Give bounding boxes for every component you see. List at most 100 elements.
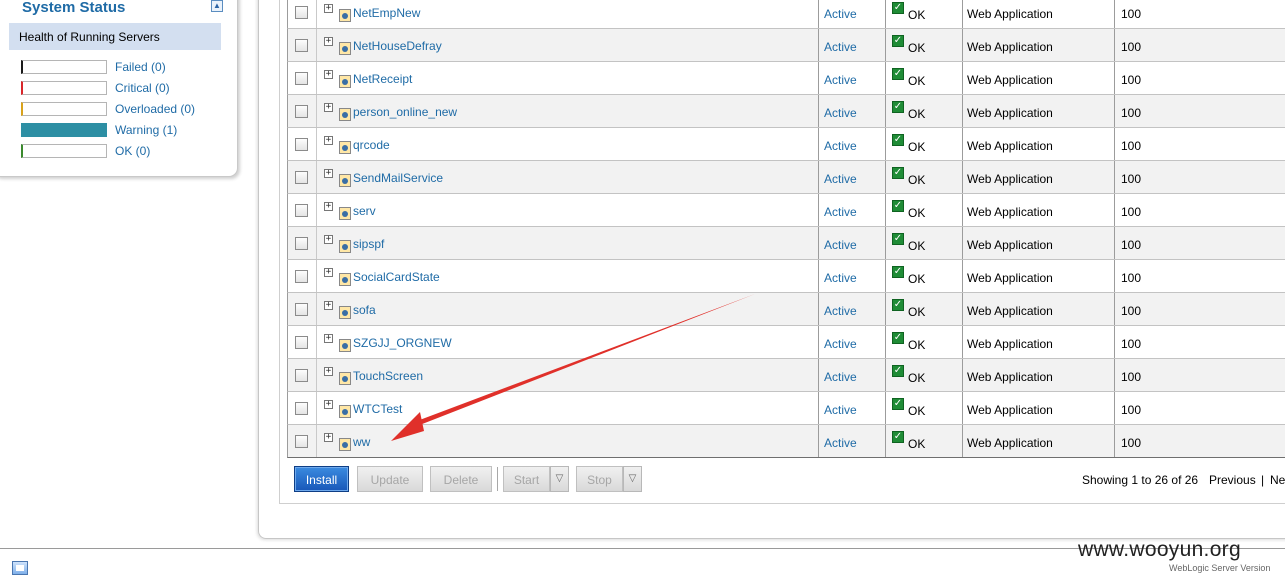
- row-checkbox[interactable]: [295, 204, 308, 217]
- deployment-state-link[interactable]: Active: [824, 40, 857, 54]
- next-page-link[interactable]: Ne: [1270, 473, 1285, 487]
- name-cell: + person_online_new: [316, 95, 818, 127]
- deployment-state-link[interactable]: Active: [824, 238, 857, 252]
- health-legend-link[interactable]: Warning (1): [115, 123, 177, 137]
- deployment-name-link[interactable]: NetHouseDefray: [353, 39, 442, 53]
- deployment-state-link[interactable]: Active: [824, 172, 857, 186]
- deployment-name-link[interactable]: NetReceipt: [353, 72, 412, 86]
- deployment-state-link[interactable]: Active: [824, 73, 857, 87]
- deployment-name-link[interactable]: WTCTest: [353, 402, 402, 416]
- deployment-name-link[interactable]: NetEmpNew: [353, 6, 420, 20]
- health-bar: [21, 81, 107, 95]
- expand-plus-icon[interactable]: +: [324, 400, 333, 409]
- deployment-name-link[interactable]: ww: [353, 435, 370, 449]
- deployment-type-text: Web Application: [967, 403, 1053, 417]
- deployment-state-link[interactable]: Active: [824, 106, 857, 120]
- deployment-name-link[interactable]: SendMailService: [353, 171, 443, 185]
- system-status-panel: System Status ▲ Health of Running Server…: [0, 0, 238, 177]
- row-checkbox[interactable]: [295, 369, 308, 382]
- row-checkbox[interactable]: [295, 402, 308, 415]
- state-cell: Active: [818, 359, 885, 391]
- deployment-state-link[interactable]: Active: [824, 139, 857, 153]
- start-button[interactable]: Start: [503, 466, 550, 492]
- previous-page-link[interactable]: Previous: [1209, 473, 1256, 487]
- deployment-type-text: Web Application: [967, 271, 1053, 285]
- deployment-name-link[interactable]: TouchScreen: [353, 369, 423, 383]
- row-select-cell: [288, 194, 316, 226]
- collapse-panel-icon[interactable]: ▲: [211, 0, 223, 12]
- row-checkbox[interactable]: [295, 270, 308, 283]
- deployment-state-link[interactable]: Active: [824, 370, 857, 384]
- health-status-text: OK: [908, 107, 926, 121]
- footer-image-icon[interactable]: [12, 561, 28, 575]
- deployment-name-link[interactable]: sofa: [353, 303, 376, 317]
- health-cell: ✓ OK: [885, 260, 962, 292]
- expand-plus-icon[interactable]: +: [324, 37, 333, 46]
- health-status-text: OK: [908, 371, 926, 385]
- expand-plus-icon[interactable]: +: [324, 202, 333, 211]
- health-heading: Health of Running Servers: [9, 23, 221, 50]
- delete-button[interactable]: Delete: [430, 466, 492, 492]
- deployment-state-link[interactable]: Active: [824, 271, 857, 285]
- pagination-summary: Showing 1 to 26 of 26: [1082, 473, 1199, 487]
- deployment-name-link[interactable]: SZGJJ_ORGNEW: [353, 336, 452, 350]
- row-checkbox[interactable]: [295, 237, 308, 250]
- health-legend-link[interactable]: Overloaded (0): [115, 102, 195, 116]
- type-cell: Web Application: [962, 293, 1114, 325]
- expand-plus-icon[interactable]: +: [324, 334, 333, 343]
- deployment-name-link[interactable]: SocialCardState: [353, 270, 440, 284]
- row-checkbox[interactable]: [295, 303, 308, 316]
- stop-dropdown-chevron-icon[interactable]: ▽: [623, 466, 642, 492]
- expand-plus-icon[interactable]: +: [324, 268, 333, 277]
- deployment-state-link[interactable]: Active: [824, 436, 857, 450]
- health-legend-link[interactable]: Critical (0): [115, 81, 170, 95]
- web-application-icon: [339, 108, 351, 121]
- expand-plus-icon[interactable]: +: [324, 169, 333, 178]
- health-status-text: OK: [908, 8, 926, 22]
- deployment-state-link[interactable]: Active: [824, 304, 857, 318]
- start-dropdown-chevron-icon[interactable]: ▽: [550, 466, 569, 492]
- expand-plus-icon[interactable]: +: [324, 70, 333, 79]
- health-legend-link[interactable]: Failed (0): [115, 60, 166, 74]
- row-select-cell: [288, 227, 316, 259]
- deployment-state-link[interactable]: Active: [824, 205, 857, 219]
- row-select-cell: [288, 425, 316, 457]
- install-button[interactable]: Install: [294, 466, 349, 492]
- expand-plus-icon[interactable]: +: [324, 4, 333, 13]
- expand-plus-icon[interactable]: +: [324, 103, 333, 112]
- row-checkbox[interactable]: [295, 39, 308, 52]
- web-application-icon: [339, 405, 351, 418]
- server-version-text: WebLogic Server Version: [1169, 563, 1271, 573]
- expand-plus-icon[interactable]: +: [324, 235, 333, 244]
- expand-plus-icon[interactable]: +: [324, 301, 333, 310]
- stop-button[interactable]: Stop: [576, 466, 623, 492]
- row-checkbox[interactable]: [295, 336, 308, 349]
- name-cell: + WTCTest: [316, 392, 818, 424]
- ok-check-icon: ✓: [892, 365, 904, 377]
- deployment-state-link[interactable]: Active: [824, 403, 857, 417]
- deployment-name-link[interactable]: serv: [353, 204, 376, 218]
- deployment-name-link[interactable]: qrcode: [353, 138, 390, 152]
- expand-plus-icon[interactable]: +: [324, 367, 333, 376]
- health-status-text: OK: [908, 140, 926, 154]
- name-cell: + SZGJJ_ORGNEW: [316, 326, 818, 358]
- deployment-name-link[interactable]: person_online_new: [353, 105, 457, 119]
- row-checkbox[interactable]: [295, 435, 308, 448]
- deployment-name-link[interactable]: sipspf: [353, 237, 384, 251]
- watermark-text: www.wooyun.org: [1078, 538, 1241, 561]
- state-cell: Active: [818, 29, 885, 61]
- update-button[interactable]: Update: [357, 466, 423, 492]
- row-checkbox[interactable]: [295, 138, 308, 151]
- deployment-type-text: Web Application: [967, 139, 1053, 153]
- row-checkbox[interactable]: [295, 72, 308, 85]
- row-checkbox[interactable]: [295, 6, 308, 19]
- expand-plus-icon[interactable]: +: [324, 433, 333, 442]
- row-checkbox[interactable]: [295, 105, 308, 118]
- row-select-cell: [288, 62, 316, 94]
- health-cell: ✓ OK: [885, 293, 962, 325]
- row-checkbox[interactable]: [295, 171, 308, 184]
- deployment-state-link[interactable]: Active: [824, 337, 857, 351]
- health-legend-link[interactable]: OK (0): [115, 144, 150, 158]
- expand-plus-icon[interactable]: +: [324, 136, 333, 145]
- deployment-state-link[interactable]: Active: [824, 7, 857, 21]
